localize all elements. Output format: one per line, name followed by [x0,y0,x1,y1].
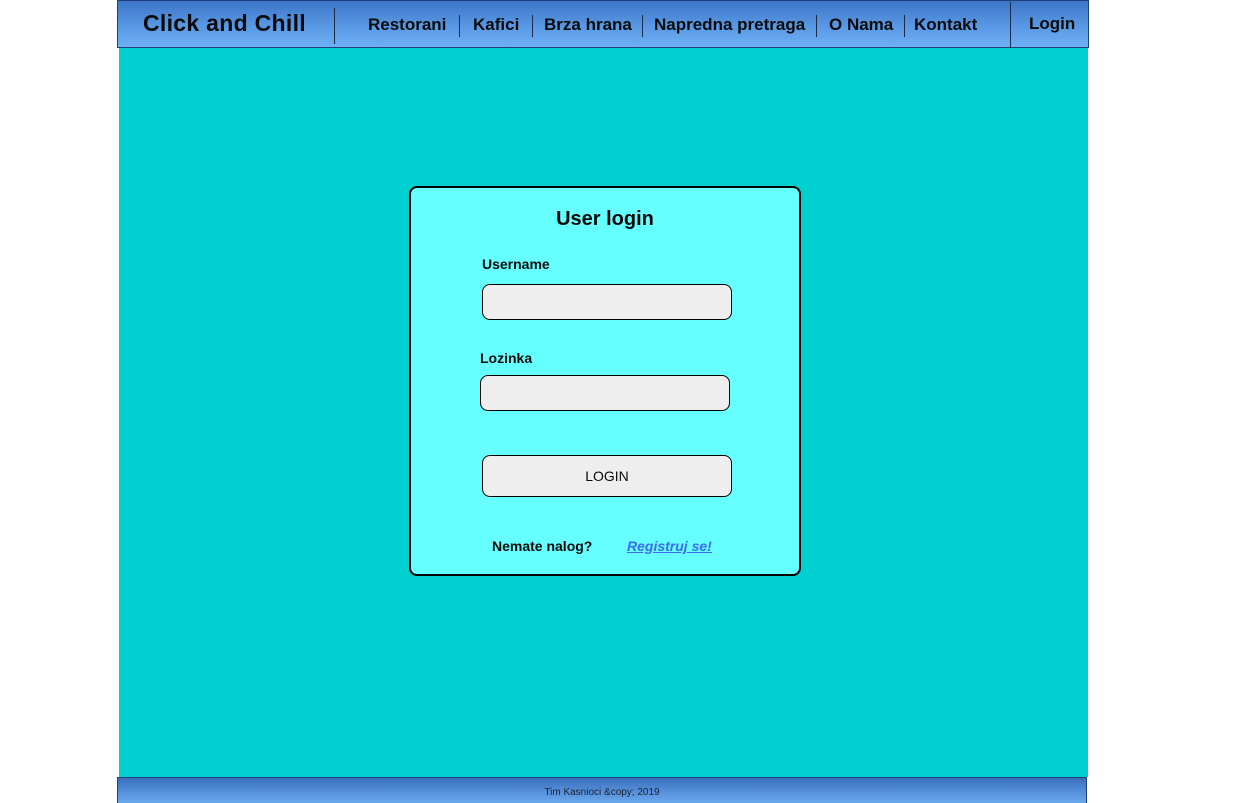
page-root: Click and Chill Restorani Kafici Brza hr… [0,0,1251,803]
nav-item-restorani[interactable]: Restorani [368,15,446,35]
nav-divider [904,15,905,37]
footer-copyright: Tim Kasnioci &copy; 2019 [544,787,660,798]
login-button[interactable]: LOGIN [482,455,732,497]
register-link[interactable]: Registruj se! [627,538,712,554]
nav-divider [642,15,643,37]
no-account-text: Nemate nalog? [492,538,593,554]
nav-item-brza-hrana[interactable]: Brza hrana [544,15,632,35]
nav-item-o-nama[interactable]: O Nama [829,15,893,35]
nav-divider [459,15,460,37]
login-card: User login Username Lozinka LOGIN Nemate… [409,186,801,576]
password-label: Lozinka [480,350,533,366]
page-footer: Tim Kasnioci &copy; 2019 [117,777,1087,803]
password-input[interactable] [480,375,730,411]
nav-item-kontakt[interactable]: Kontakt [914,15,977,35]
login-title: User login [556,208,654,230]
nav-divider [816,15,817,37]
username-label: Username [482,256,550,272]
brand-logo[interactable]: Click and Chill [143,10,306,37]
login-divider [1010,2,1011,48]
nav-item-napredna-pretraga[interactable]: Napredna pretraga [654,15,805,35]
top-navbar: Click and Chill Restorani Kafici Brza hr… [117,0,1089,48]
username-input[interactable] [482,284,732,320]
header-login-link[interactable]: Login [1029,14,1075,34]
nav-divider [532,15,533,37]
nav-item-kafici[interactable]: Kafici [473,15,519,35]
main-content: User login Username Lozinka LOGIN Nemate… [119,48,1088,777]
brand-divider [334,8,335,44]
